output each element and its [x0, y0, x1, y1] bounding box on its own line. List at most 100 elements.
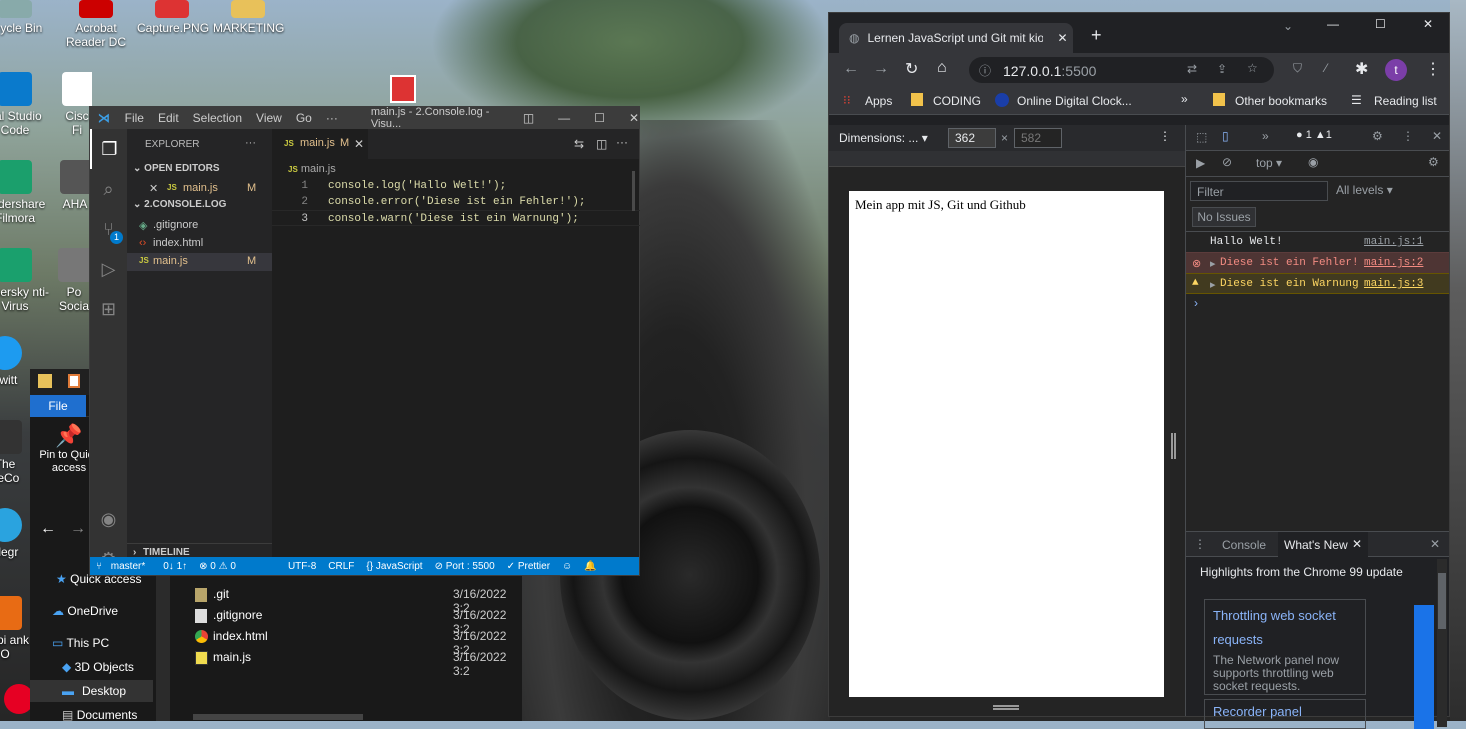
- scroll-thumb[interactable]: [1438, 573, 1446, 629]
- desktop-icon-twitter[interactable]: Twitt: [0, 336, 30, 387]
- nav-this-pc[interactable]: ▭ This PC: [52, 636, 109, 650]
- expand-triangle-icon[interactable]: ▸: [1210, 278, 1216, 292]
- issue-counters[interactable]: ● 1 ▲1: [1296, 129, 1332, 141]
- file-item-main[interactable]: JS main.js M: [127, 253, 272, 271]
- drawer-menu-icon[interactable]: ⋮: [1194, 537, 1206, 551]
- close-devtools-icon[interactable]: ✕: [1432, 129, 1442, 143]
- extensions-icon[interactable]: ⊞: [90, 289, 127, 329]
- info-icon[interactable]: ⓘ: [979, 62, 991, 79]
- console-source-link[interactable]: main.js:2: [1364, 257, 1423, 269]
- clear-console-icon[interactable]: ⊘: [1222, 155, 1232, 169]
- menu-edit[interactable]: Edit: [151, 111, 186, 125]
- menu-more[interactable]: ···: [319, 111, 345, 125]
- menu-selection[interactable]: Selection: [186, 111, 249, 125]
- eol-status[interactable]: CRLF: [322, 561, 360, 572]
- home-button[interactable]: ⌂: [937, 59, 947, 77]
- drawer-tab-whats-new[interactable]: What's New ✕: [1278, 532, 1368, 557]
- menu-view[interactable]: View: [249, 111, 289, 125]
- live-expression-eye-icon[interactable]: ◉: [1308, 155, 1318, 169]
- nav-documents[interactable]: ▤ Documents: [62, 708, 137, 722]
- filter-input[interactable]: Filter: [1190, 181, 1328, 201]
- drawer-scrollbar[interactable]: [1437, 559, 1447, 727]
- desktop-icon-freecommander[interactable]: The eeCo: [0, 420, 30, 485]
- close-drawer-icon[interactable]: ✕: [1430, 537, 1440, 551]
- desktop-icon-recycle-bin[interactable]: ecycle Bin: [0, 0, 50, 35]
- height-input[interactable]: [1014, 128, 1062, 148]
- tab-search-icon[interactable]: ⌄: [1283, 19, 1293, 33]
- devtools-menu-icon[interactable]: ⋮: [1402, 129, 1414, 143]
- nav-3d-objects[interactable]: ◆ 3D Objects: [62, 660, 134, 674]
- layout-icon[interactable]: ◫: [523, 111, 534, 125]
- console-settings-gear-icon[interactable]: ⚙: [1428, 155, 1439, 169]
- more-actions-icon[interactable]: ···: [245, 137, 256, 149]
- new-tab-button[interactable]: +: [1091, 25, 1102, 46]
- problems-status[interactable]: ⊗ 0 ⚠ 0: [193, 561, 242, 572]
- sync-status[interactable]: 0↓ 1↑: [157, 561, 193, 572]
- file-item-gitignore[interactable]: ◈ .gitignore: [127, 217, 272, 235]
- tab-main-js[interactable]: JS main.js M ✕: [272, 129, 368, 159]
- card-title[interactable]: Throttling web socket requests: [1213, 604, 1361, 652]
- encoding-status[interactable]: UTF-8: [282, 561, 322, 572]
- sidebar-toggle-icon[interactable]: ▶: [1196, 156, 1205, 170]
- extension-icon[interactable]: ⁄: [1325, 61, 1327, 75]
- nav-desktop[interactable]: ▬ Desktop: [30, 680, 153, 702]
- bookmark-apps[interactable]: Apps: [865, 94, 892, 108]
- browser-tab[interactable]: ◍ Lernen JavaScript und Git mit kio ✕: [839, 23, 1073, 53]
- desktop-icon-acrobat[interactable]: Acrobat Reader DC: [61, 0, 131, 49]
- file-row[interactable]: .gitignore 3/16/2022 3:2: [195, 607, 525, 636]
- nav-scrollbar[interactable]: [156, 560, 170, 721]
- maximize-button[interactable]: ☐: [594, 111, 605, 125]
- code-editor[interactable]: 1 console.log('Hallo Welt!'); 2 console.er…: [272, 178, 640, 226]
- media-query-bar[interactable]: [829, 151, 1185, 167]
- account-icon[interactable]: ◉: [90, 499, 127, 539]
- minimap-scrollbar[interactable]: [632, 171, 635, 211]
- breadcrumb[interactable]: JS main.js: [288, 163, 336, 175]
- menu-file[interactable]: File: [118, 111, 151, 125]
- other-bookmarks[interactable]: Other bookmarks: [1235, 94, 1327, 108]
- forward-arrow-icon[interactable]: →: [70, 520, 86, 538]
- issues-button[interactable]: No Issues: [1192, 207, 1256, 227]
- inspect-icon[interactable]: ⬚: [1196, 130, 1207, 144]
- expand-triangle-icon[interactable]: ▸: [1210, 257, 1216, 271]
- feature-card[interactable]: Recorder panel: [1204, 699, 1366, 729]
- shield-icon[interactable]: ⛉: [1293, 61, 1302, 76]
- desktop-icon-aha[interactable]: AHA: [60, 160, 90, 211]
- branch-status[interactable]: ⑂ master*: [90, 561, 157, 572]
- nav-onedrive[interactable]: ☁ OneDrive: [52, 604, 118, 618]
- live-server-port[interactable]: ⊘ Port : 5500: [429, 561, 501, 572]
- close-tab-icon[interactable]: ✕: [354, 137, 364, 151]
- desktop-icon-capture[interactable]: Capture.PNG: [137, 0, 209, 35]
- minimize-button[interactable]: —: [1327, 17, 1339, 31]
- desktop-icon-filmora[interactable]: ondershare Filmora: [0, 160, 50, 225]
- horizontal-scrollbar[interactable]: [193, 714, 363, 720]
- file-row[interactable]: .git 3/16/2022 3:2: [195, 586, 525, 615]
- ribbon-file-tab[interactable]: File: [30, 395, 86, 417]
- desktop-icon-vscode[interactable]: ual Studio Code: [0, 72, 50, 137]
- forward-button[interactable]: →: [873, 60, 889, 78]
- puzzle-icon[interactable]: ✱: [1355, 59, 1368, 79]
- reading-list[interactable]: Reading list: [1374, 94, 1437, 108]
- file-item-index[interactable]: ‹› index.html: [127, 235, 272, 253]
- log-levels-dropdown[interactable]: All levels ▾: [1336, 183, 1393, 197]
- desktop-icon-marketing[interactable]: MARKETING: [213, 0, 284, 35]
- more-actions-icon[interactable]: ···: [616, 135, 628, 149]
- close-button[interactable]: ✕: [629, 111, 639, 125]
- feature-card[interactable]: Throttling web socket requests The Netwo…: [1204, 599, 1366, 695]
- image-file-icon[interactable]: [390, 75, 416, 103]
- file-row[interactable]: index.html 3/16/2022 3:2: [195, 628, 525, 657]
- explorer-icon[interactable]: ❐: [90, 129, 127, 169]
- maximize-button[interactable]: ☐: [1375, 17, 1386, 31]
- profile-avatar[interactable]: t: [1385, 59, 1407, 81]
- address-bar[interactable]: ⓘ 127.0.0.1:5500 ⇄ ⇪ ☆: [969, 57, 1274, 83]
- settings-gear-icon[interactable]: ⚙: [1372, 129, 1383, 143]
- context-select[interactable]: top ▾: [1256, 156, 1282, 170]
- compare-icon[interactable]: ⇆: [574, 137, 584, 151]
- desktop-icon-telegram[interactable]: elegr: [0, 508, 30, 559]
- reload-button[interactable]: ↻: [905, 59, 918, 79]
- file-row[interactable]: main.js 3/16/2022 3:2: [195, 649, 525, 678]
- device-menu-icon[interactable]: ⋮: [1159, 129, 1171, 143]
- split-editor-icon[interactable]: ◫: [596, 137, 607, 151]
- desktop-icon-social[interactable]: Po Socia: [58, 248, 90, 313]
- resize-handle-right[interactable]: [1171, 433, 1176, 459]
- width-input[interactable]: [948, 128, 996, 148]
